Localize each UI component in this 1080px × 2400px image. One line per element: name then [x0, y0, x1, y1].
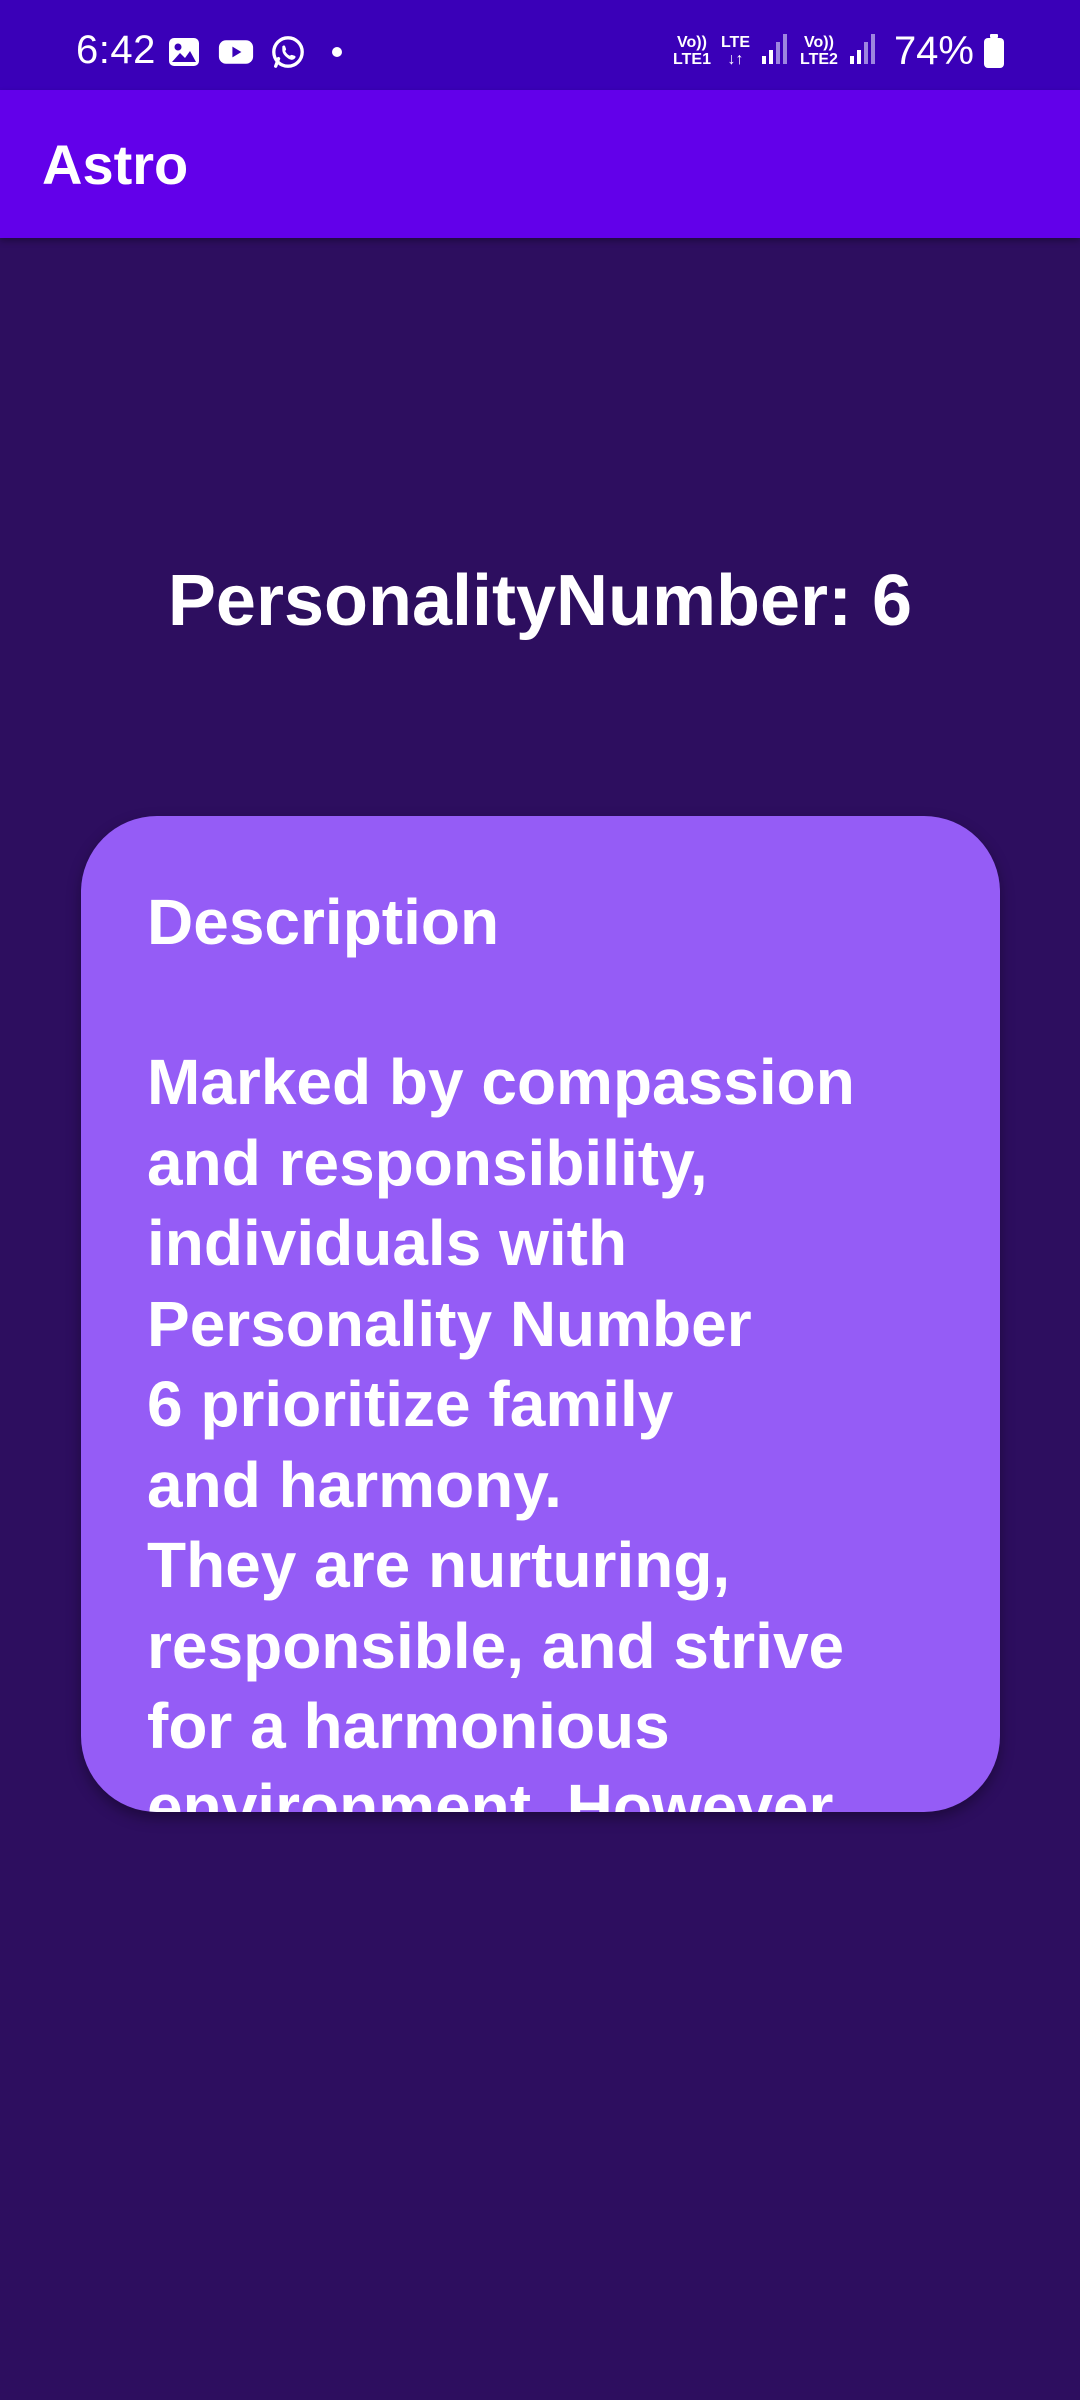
app-title: Astro — [42, 133, 189, 196]
signal-sim1-icon — [760, 32, 790, 71]
volte-sim1-bottom: LTE1 — [673, 51, 711, 68]
description-heading: Description — [147, 886, 500, 958]
data-indicator: LTE ↓↑ — [721, 34, 750, 68]
description-card-content: Description Marked by compassion and res… — [147, 882, 960, 1812]
data-type-label: LTE — [720, 34, 750, 51]
whatsapp-icon — [270, 34, 306, 70]
description-card[interactable]: Description Marked by compassion and res… — [81, 816, 1000, 1812]
battery-percentage: 74% — [893, 28, 974, 73]
status-time: 6:42 — [76, 28, 156, 72]
data-activity-arrows: ↓↑ — [727, 51, 744, 68]
volte-sim1-top: Vo)) — [677, 34, 707, 51]
description-text: Marked by compassion and responsibility,… — [147, 1046, 855, 1812]
app-bar: Astro — [0, 90, 1080, 238]
status-bar: 6:42 Vo)) LTE1 LTE ↓↑ Vo)) LTE2 74% — [0, 0, 1080, 90]
battery-icon — [984, 34, 1004, 68]
volte-sim2-top: Vo)) — [804, 34, 834, 51]
signal-sim2-icon — [848, 32, 878, 71]
volte-sim2-indicator: Vo)) LTE2 — [800, 34, 838, 68]
notification-icons — [166, 32, 342, 72]
youtube-icon — [218, 34, 254, 70]
more-notifications-dot — [332, 47, 342, 57]
system-icons: Vo)) LTE1 LTE ↓↑ Vo)) LTE2 74% — [673, 26, 1004, 76]
personality-number-heading: PersonalityNumber: 6 — [167, 561, 913, 641]
volte-sim1-indicator: Vo)) LTE1 — [673, 34, 711, 68]
volte-sim2-bottom: LTE2 — [800, 51, 838, 68]
gallery-icon — [166, 34, 202, 70]
